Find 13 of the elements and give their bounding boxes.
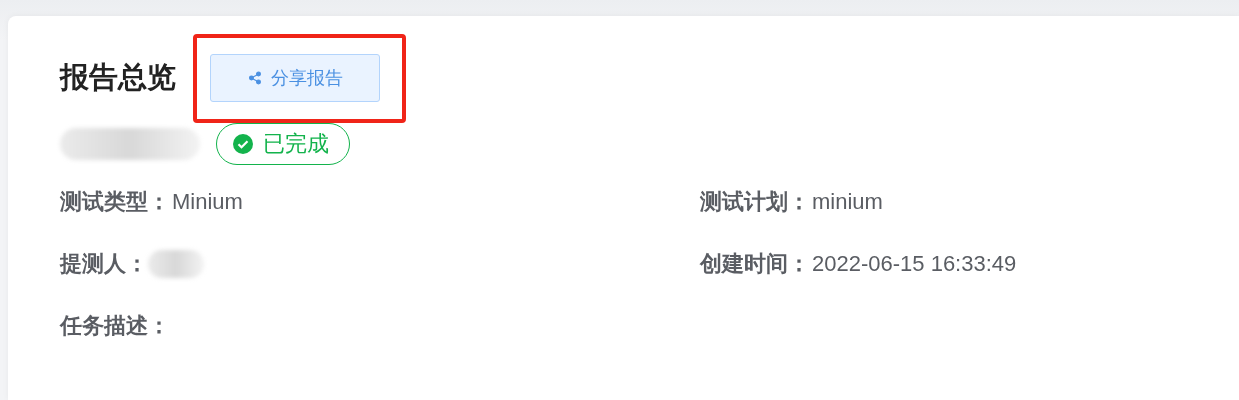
- field-label: 提测人：: [60, 250, 148, 278]
- share-icon: [247, 71, 262, 85]
- field-value: minium: [812, 189, 883, 215]
- field-label: 创建时间：: [700, 250, 810, 278]
- status-badge: 已完成: [216, 123, 350, 165]
- page-title: 报告总览: [60, 60, 176, 95]
- share-button[interactable]: 分享报告: [210, 54, 380, 102]
- field-value: Minium: [172, 189, 243, 215]
- field-label: 任务描述：: [60, 312, 170, 340]
- field-label: 测试类型：: [60, 188, 170, 216]
- field-value: 2022-06-15 16:33:49: [812, 251, 1017, 277]
- check-circle-icon: [233, 134, 253, 154]
- field-label: 测试计划：: [700, 188, 810, 216]
